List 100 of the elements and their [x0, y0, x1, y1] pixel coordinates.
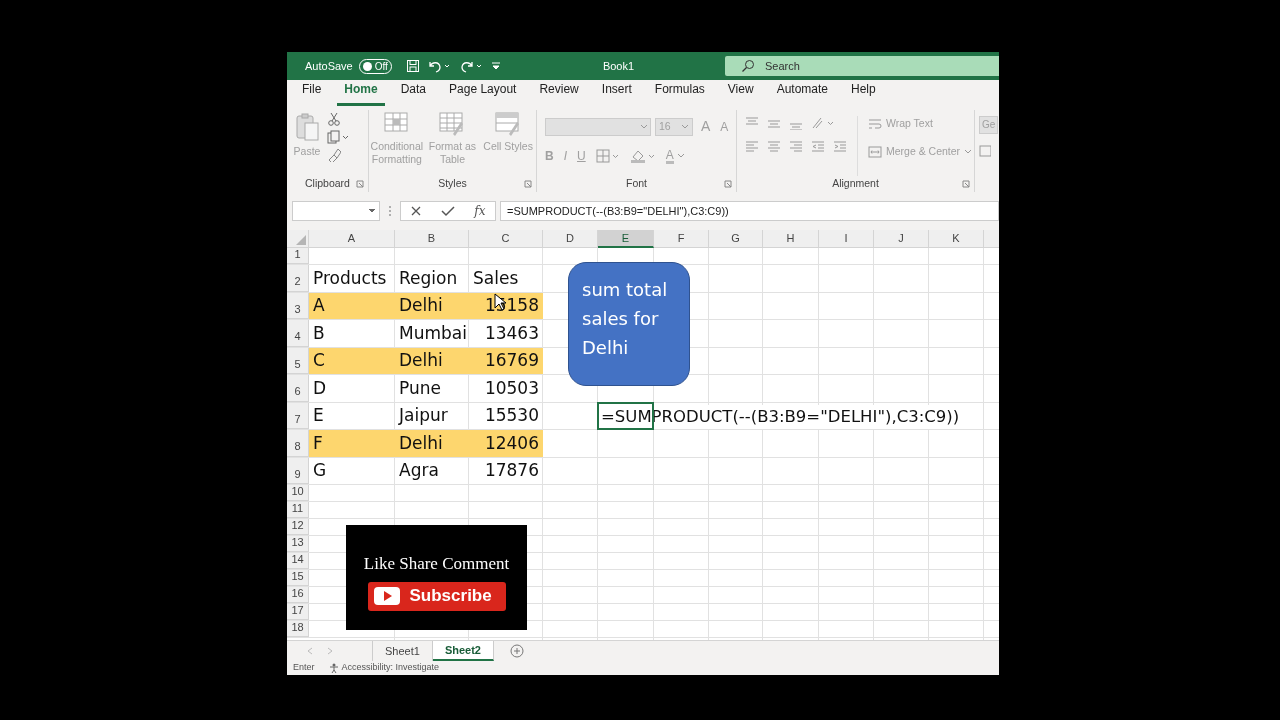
- borders-icon[interactable]: [595, 149, 620, 163]
- row-header[interactable]: 3: [287, 292, 309, 319]
- row-header[interactable]: 15: [287, 570, 309, 586]
- group-label: Alignment: [832, 176, 879, 192]
- menu-tab[interactable]: View: [720, 80, 761, 106]
- select-all-icon[interactable]: [296, 235, 306, 245]
- search-field[interactable]: Search: [725, 56, 999, 76]
- row-header[interactable]: 9: [287, 457, 309, 484]
- row-header[interactable]: 14: [287, 553, 309, 569]
- table-cell: A: [309, 292, 395, 319]
- menu-tab[interactable]: Help: [844, 80, 883, 106]
- align-left-icon[interactable]: [745, 140, 759, 154]
- menu-tab[interactable]: Insert: [594, 80, 639, 106]
- cut-icon[interactable]: [327, 112, 341, 126]
- menu-tab[interactable]: Formulas: [647, 80, 712, 106]
- group-label: Font: [626, 176, 647, 192]
- row-header[interactable]: 12: [287, 519, 309, 535]
- column-header[interactable]: E: [598, 230, 654, 248]
- row-header[interactable]: 13: [287, 536, 309, 552]
- play-icon: [373, 587, 400, 605]
- row-header[interactable]: 16: [287, 587, 309, 603]
- table-cell-text: B: [312, 321, 326, 345]
- previous-sheet-icon[interactable]: [307, 647, 313, 655]
- align-right-icon[interactable]: [789, 140, 803, 154]
- caret-icon: [964, 148, 973, 155]
- table-cell-text: Jaipur: [397, 404, 449, 427]
- fill-color-icon[interactable]: [629, 149, 656, 163]
- table-format-icon: [439, 112, 466, 136]
- accessibility-status[interactable]: Accessibility: Investigate: [328, 661, 440, 675]
- callout-shape: sum total sales for Delhi: [568, 262, 690, 386]
- row-header[interactable]: 11: [287, 502, 309, 518]
- table-cell-text: Sales: [472, 266, 520, 290]
- table-cell: C: [309, 347, 395, 374]
- caret-icon: [681, 123, 689, 130]
- row-header[interactable]: 1: [287, 248, 309, 264]
- increase-indent-icon[interactable]: [833, 140, 847, 154]
- menu-tab[interactable]: File: [295, 80, 329, 106]
- table-cell-text: G: [312, 459, 328, 482]
- row-header[interactable]: 18: [287, 621, 309, 637]
- group-label: Styles: [438, 176, 467, 192]
- table-cell-text: Pune: [398, 376, 442, 400]
- close-icon[interactable]: [410, 205, 423, 217]
- check-icon[interactable]: [441, 205, 456, 217]
- row-header[interactable]: 17: [287, 604, 309, 620]
- table-cell-text: E: [312, 404, 325, 427]
- sheet-tab[interactable]: Sheet2: [432, 641, 494, 661]
- more-options-icon[interactable]: [387, 204, 393, 218]
- menu-tab[interactable]: Review: [532, 80, 586, 106]
- group-label: Clipboard: [305, 176, 350, 192]
- table-cell-text: D: [312, 376, 328, 400]
- autosave-label: AutoSave: [305, 58, 353, 74]
- align-center-icon[interactable]: [767, 140, 781, 154]
- brush-icon[interactable]: [327, 148, 341, 162]
- insert-function-button[interactable]: fx: [474, 202, 486, 220]
- menu-tab[interactable]: Data: [393, 80, 434, 106]
- promo-text: Like Share Comment: [363, 553, 510, 575]
- wrap-icon: [868, 116, 882, 131]
- name-box[interactable]: [292, 201, 380, 221]
- caret-icon: [640, 123, 648, 130]
- formula-input[interactable]: =SUMPRODUCT(--(B3:B9="DELHI"),C3:C9)): [500, 201, 999, 221]
- table-cell-text: 10503: [483, 376, 540, 400]
- decrease-indent-icon[interactable]: [811, 140, 825, 154]
- clipboard-icon: [294, 112, 320, 142]
- save-icon[interactable]: [405, 59, 420, 73]
- row-header[interactable]: 8: [287, 430, 309, 457]
- table-cell: 12406: [469, 430, 543, 457]
- caret-icon: [368, 208, 376, 214]
- row-header[interactable]: 6: [287, 375, 309, 402]
- row-header[interactable]: 7: [287, 402, 309, 429]
- next-sheet-icon[interactable]: [327, 647, 333, 655]
- copy-icon[interactable]: [327, 130, 349, 144]
- dialog-launcher-icon[interactable]: [524, 180, 532, 188]
- search-icon: [741, 59, 755, 73]
- caret-icon: [676, 153, 685, 159]
- table-cell-text: Products: [312, 266, 388, 290]
- dialog-launcher-icon[interactable]: [724, 180, 732, 188]
- table-cell-text: 17876: [483, 459, 540, 482]
- merge-icon: [868, 144, 882, 159]
- number-format-icon[interactable]: [979, 144, 991, 158]
- row-header[interactable]: 5: [287, 347, 309, 374]
- add-sheet-icon[interactable]: [509, 644, 524, 658]
- row-header[interactable]: 4: [287, 320, 309, 347]
- row-header[interactable]: 2: [287, 265, 309, 292]
- table-cell-text: Region: [398, 266, 459, 290]
- table-cell: 16769: [469, 347, 543, 374]
- orientation-icon[interactable]: [811, 116, 835, 130]
- dialog-launcher-icon[interactable]: [356, 180, 364, 188]
- window-title: Book1: [602, 58, 635, 74]
- table-cell-text: 13463: [483, 321, 540, 345]
- menu-tab[interactable]: Automate: [769, 80, 835, 106]
- menu-tab[interactable]: Page Layout: [442, 80, 524, 106]
- font-name-field[interactable]: [545, 117, 651, 136]
- table-cell: Delhi: [395, 430, 469, 457]
- status-mode: Enter: [293, 661, 315, 675]
- subscribe-button[interactable]: Subscribe: [367, 581, 506, 611]
- dialog-launcher-icon[interactable]: [962, 180, 970, 188]
- table-cell: Delhi: [395, 347, 469, 374]
- row-header[interactable]: 10: [287, 485, 309, 501]
- table-cell-text: Agra: [398, 459, 440, 482]
- person-icon: [328, 663, 339, 673]
